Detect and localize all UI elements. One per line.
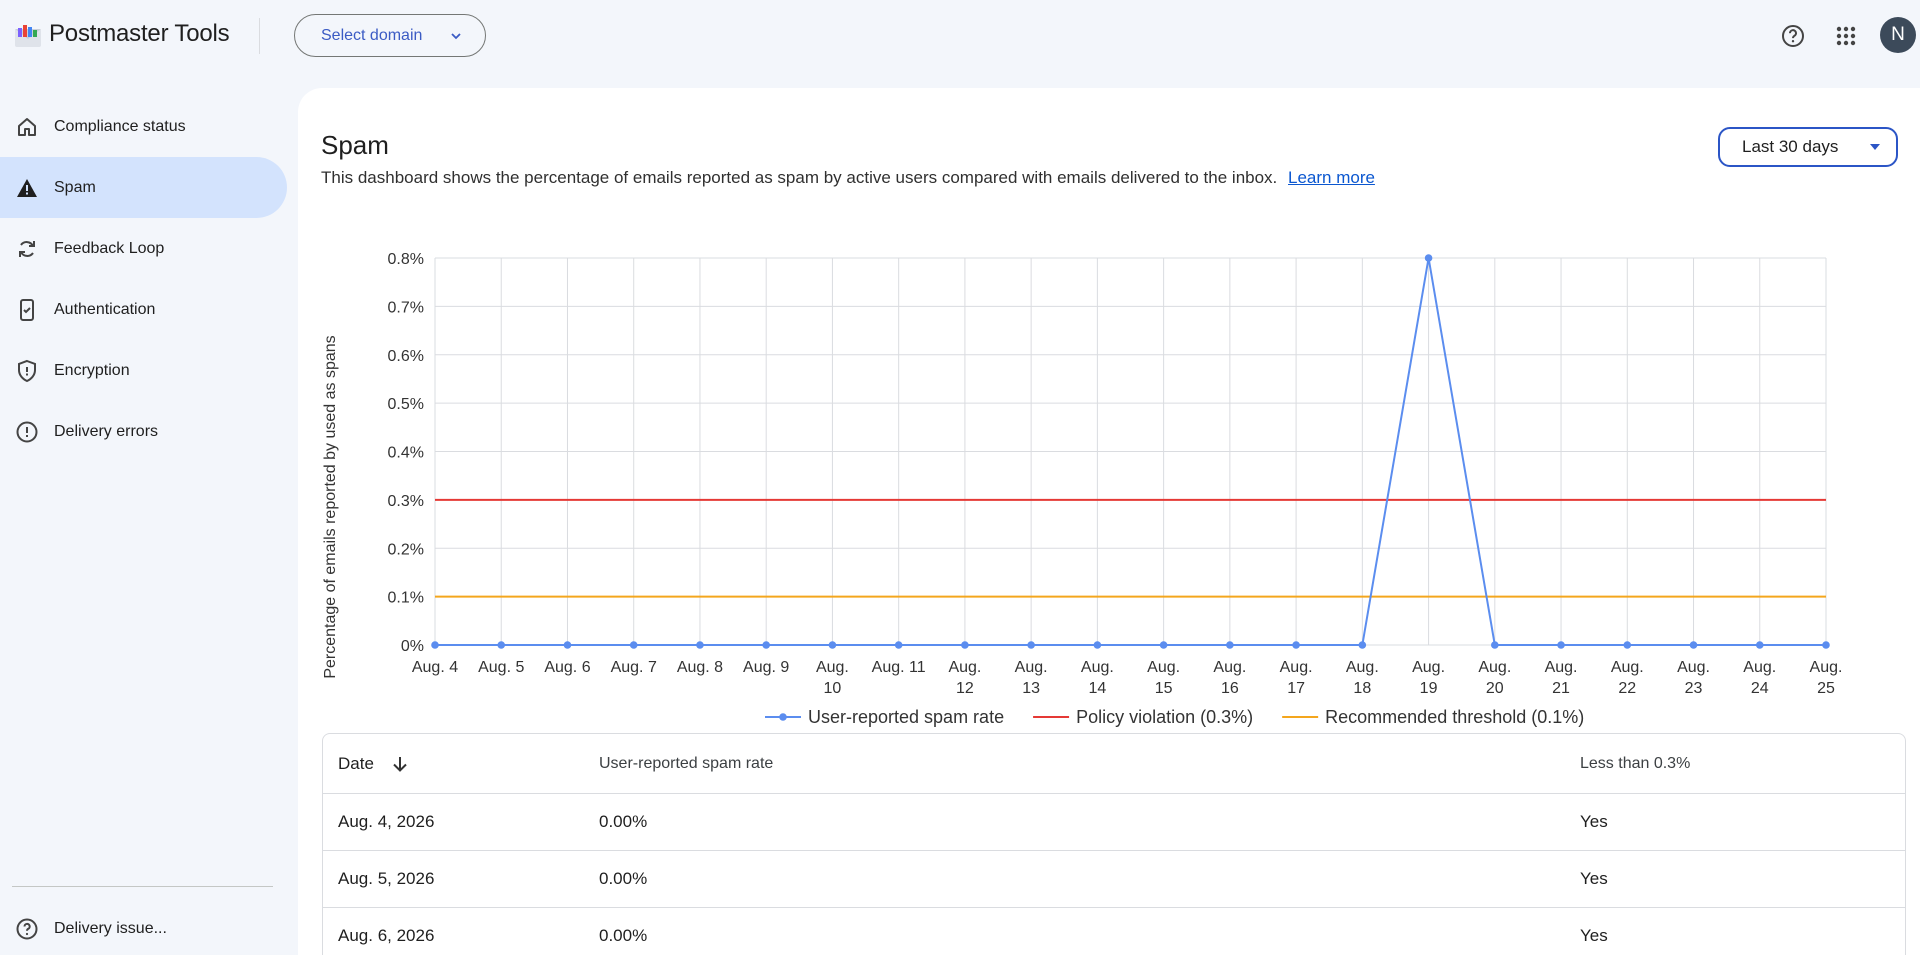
- data-point: [1755, 641, 1764, 649]
- sidebar-item-label: Delivery issue...: [54, 919, 167, 937]
- data-point: [961, 641, 969, 649]
- x-tick-label: 24: [1751, 680, 1769, 697]
- x-tick-label: 16: [1221, 680, 1239, 697]
- x-tick-label: 17: [1287, 680, 1305, 697]
- data-point: [1822, 641, 1830, 649]
- data-point: [1093, 641, 1102, 649]
- data-point: [1027, 641, 1035, 649]
- spam-rate-chart: 0% 0.1% 0.2% 0.3% 0.4% 0.5% 0.6% 0.7% 0.8% Aug. 4…: [388, 251, 1843, 727]
- y-tick-label: 0.3%: [388, 493, 424, 510]
- x-tick-label: 19: [1420, 680, 1438, 697]
- x-tick-label: Aug.: [1213, 659, 1246, 676]
- data-point: [1159, 641, 1168, 649]
- sidebar-divider: [12, 886, 273, 887]
- x-tick-label: 14: [1088, 680, 1106, 697]
- y-tick-label: 0%: [401, 638, 424, 655]
- x-tick-label: Aug.: [1015, 659, 1048, 676]
- data-point: [762, 641, 770, 649]
- x-tick-label: Aug.: [1810, 659, 1843, 676]
- cell-threshold: Yes: [1580, 926, 1608, 945]
- cell-spam-rate: 0.00%: [599, 812, 648, 831]
- x-tick-label: Aug. 5: [478, 659, 524, 676]
- data-point: [828, 641, 837, 649]
- x-tick-label: 25: [1817, 680, 1835, 697]
- cell-threshold: Yes: [1580, 812, 1608, 831]
- x-tick-label: 13: [1022, 680, 1040, 697]
- x-tick-label: Aug.: [1545, 659, 1578, 676]
- y-tick-label: 0.7%: [388, 299, 424, 316]
- y-tick-label: 0.1%: [388, 590, 424, 607]
- y-tick-label: 0.6%: [388, 348, 424, 365]
- y-tick-label: 0.5%: [388, 396, 424, 413]
- data-point: [1689, 641, 1698, 649]
- x-tick-label: 20: [1486, 680, 1504, 697]
- legend-label: Recommended threshold (0.1%): [1325, 707, 1584, 727]
- data-point: [696, 641, 704, 649]
- legend-marker: [779, 713, 787, 721]
- data-point: [431, 641, 439, 649]
- data-point: [1292, 641, 1300, 649]
- x-tick-label: Aug.: [816, 659, 849, 676]
- header-label-date: Date: [338, 753, 374, 773]
- cell-date: Aug. 5, 2026: [338, 869, 435, 888]
- x-tick-label: Aug.: [1478, 659, 1511, 676]
- x-tick-label: Aug.: [1743, 659, 1776, 676]
- x-tick-label: Aug. 9: [743, 659, 789, 676]
- x-tick-label: Aug.: [1147, 659, 1180, 676]
- data-point: [1623, 641, 1632, 649]
- y-tick-label: 0.2%: [388, 541, 424, 558]
- x-tick-label: 10: [824, 680, 842, 697]
- data-point: [497, 641, 506, 649]
- table-row: Aug. 5, 2026 0.00% Yes: [323, 851, 1905, 908]
- help-icon: [16, 918, 38, 940]
- data-point: [894, 641, 903, 649]
- data-point: [1557, 641, 1565, 649]
- x-tick-label: 23: [1685, 680, 1703, 697]
- cell-spam-rate: 0.00%: [599, 869, 648, 888]
- table-header-row: Date User-reported spam rate Less than 0…: [323, 734, 1905, 794]
- x-tick-label: Aug. 8: [677, 659, 723, 676]
- y-tick-label: 0.8%: [388, 251, 424, 268]
- data-point: [1424, 254, 1433, 262]
- spam-rate-table: Date User-reported spam rate Less than 0…: [322, 733, 1906, 955]
- cell-date: Aug. 4, 2026: [338, 812, 435, 831]
- table-row: Aug. 4, 2026 0.00% Yes: [323, 794, 1905, 851]
- x-tick-label: Aug.: [1081, 659, 1114, 676]
- cell-threshold: Yes: [1580, 869, 1608, 888]
- cell-date: Aug. 6, 2026: [338, 926, 435, 945]
- x-tick-label: 12: [956, 680, 974, 697]
- data-point: [1358, 641, 1367, 649]
- x-tick-label: Aug. 6: [544, 659, 590, 676]
- column-header-threshold[interactable]: Less than 0.3%: [1580, 734, 1690, 793]
- y-axis-label: Percentage of emails reported by used as…: [322, 335, 339, 679]
- sidebar-item-delivery-issue[interactable]: Delivery issue...: [0, 898, 287, 955]
- x-tick-label: Aug.: [1677, 659, 1710, 676]
- x-tick-label: Aug.: [1412, 659, 1445, 676]
- x-tick-label: 22: [1618, 680, 1636, 697]
- x-tick-label: 15: [1155, 680, 1173, 697]
- data-point: [563, 641, 572, 649]
- legend-label: User-reported spam rate: [808, 707, 1004, 727]
- x-tick-label: Aug.: [1611, 659, 1644, 676]
- x-tick-label: 18: [1353, 680, 1371, 697]
- table-row: Aug. 6, 2026 0.00% Yes: [323, 908, 1905, 955]
- column-header-date[interactable]: Date: [338, 734, 410, 793]
- x-tick-label: Aug.: [1280, 659, 1313, 676]
- x-tick-label: 21: [1552, 680, 1570, 697]
- data-point: [1491, 641, 1499, 649]
- data-point: [1226, 641, 1234, 649]
- y-tick-label: 0.4%: [388, 445, 424, 462]
- x-tick-label: Aug.: [1346, 659, 1379, 676]
- x-tick-label: Aug. 7: [611, 659, 657, 676]
- cell-spam-rate: 0.00%: [599, 926, 648, 945]
- legend-label: Policy violation (0.3%): [1076, 707, 1253, 727]
- x-tick-label: Aug.: [948, 659, 981, 676]
- x-tick-label: Aug. 4: [412, 659, 458, 676]
- data-point: [629, 641, 638, 649]
- x-tick-label: Aug. 11: [872, 659, 926, 676]
- arrow-down-icon[interactable]: [390, 754, 410, 774]
- column-header-spam-rate[interactable]: User-reported spam rate: [599, 734, 773, 793]
